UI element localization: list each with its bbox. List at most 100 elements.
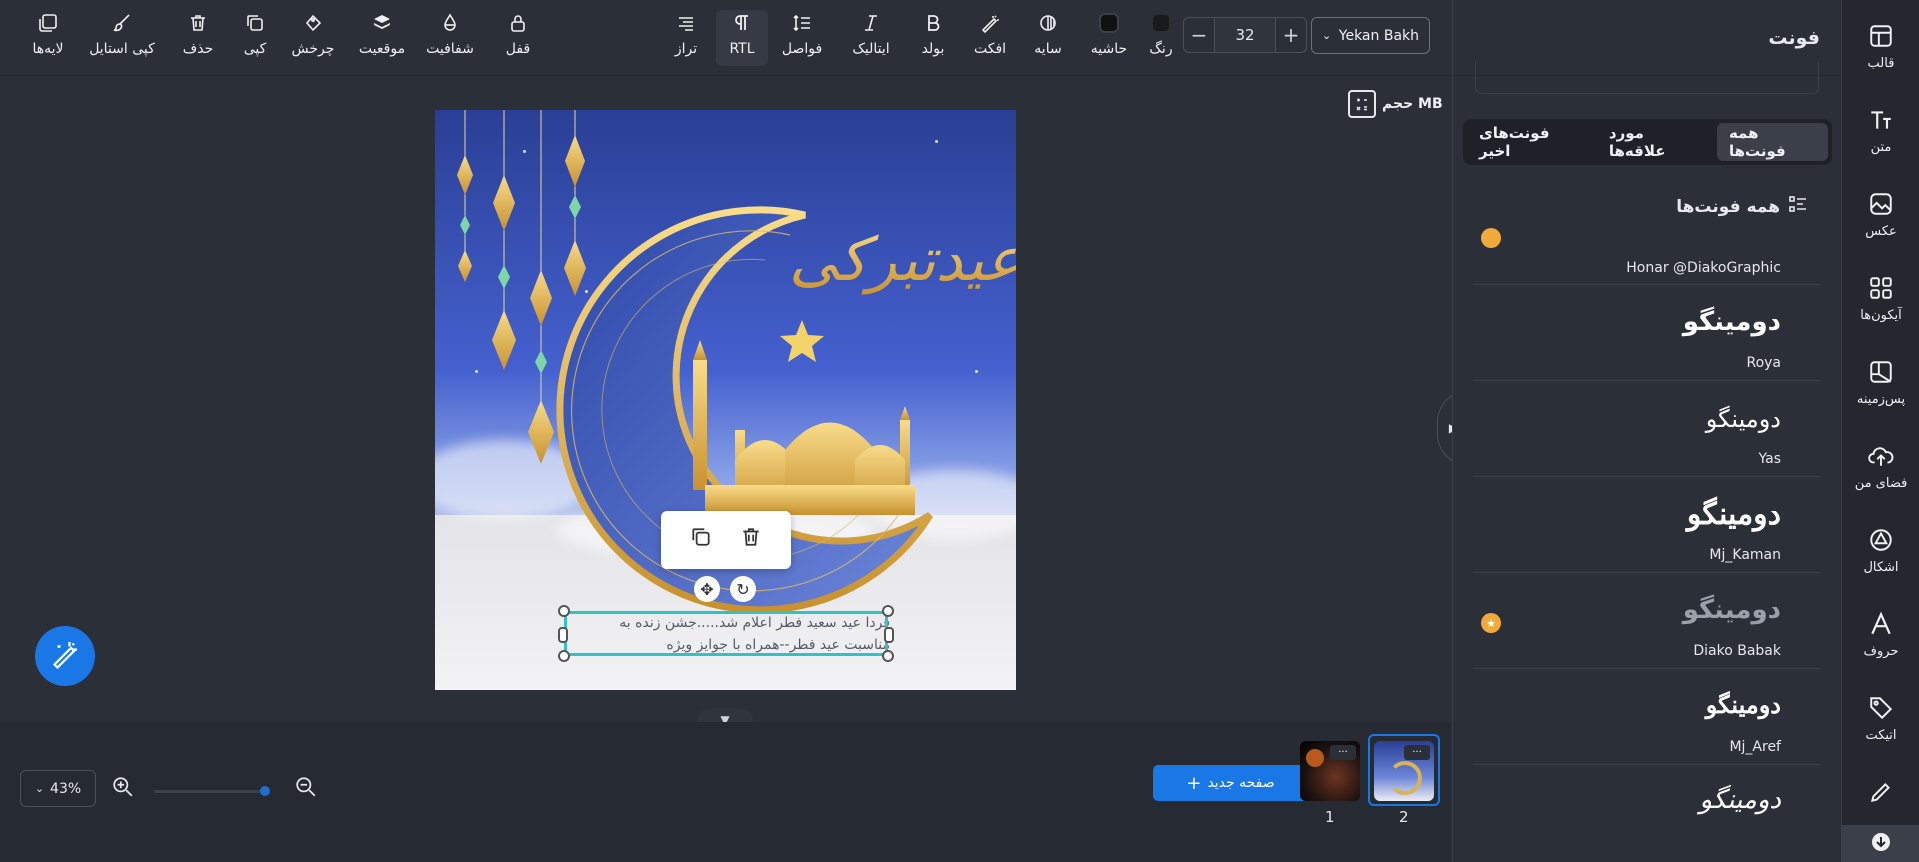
font-sample: دومینگو: [1699, 785, 1781, 815]
copy-button[interactable]: کپی: [238, 10, 272, 66]
font-item-honar[interactable]: Honar @DiakoGraphic: [1473, 228, 1821, 285]
italic-icon: [860, 12, 882, 34]
ramadan-artwork: عیدتبرکی: [457, 110, 1016, 614]
new-page-button[interactable]: + صفحه جدید: [1153, 765, 1308, 801]
nav-photo[interactable]: عکس: [1842, 182, 1919, 252]
resize-handle[interactable]: [558, 605, 570, 617]
rtl-button[interactable]: RTL: [716, 10, 768, 66]
delete-button[interactable]: حذف: [180, 10, 216, 66]
align-button[interactable]: تراز: [670, 10, 702, 66]
shadow-button[interactable]: سایه: [1030, 10, 1066, 66]
bold-label: بولد: [921, 41, 945, 57]
trash-icon[interactable]: [740, 526, 762, 554]
font-family-value: Yekan Bakh: [1338, 27, 1419, 44]
copy-icon: [244, 12, 266, 34]
nav-draw[interactable]: [1842, 770, 1919, 820]
magic-wand-icon: [50, 639, 80, 673]
border-button[interactable]: حاشیه: [1088, 10, 1130, 66]
position-button[interactable]: موقعیت: [355, 10, 409, 66]
nav-letters[interactable]: حروف: [1842, 602, 1919, 672]
nav-label: اتیکت: [1865, 728, 1897, 743]
font-name: Mj_Aref: [1729, 739, 1781, 755]
icons-icon: [1867, 274, 1895, 302]
page-thumbnail-1[interactable]: ···: [1300, 741, 1360, 801]
tab-all-fonts[interactable]: همه فونت‌ها: [1716, 123, 1828, 161]
spacing-button[interactable]: فواصل: [780, 10, 824, 66]
font-item-roya[interactable]: دومینگو Roya: [1473, 285, 1821, 381]
zoom-select[interactable]: ⌄ 43%: [20, 770, 96, 807]
chevron-down-icon: ⌄: [34, 782, 45, 795]
copy-style-button[interactable]: کپی استایل: [86, 10, 158, 66]
font-sample: دومینگو: [1705, 693, 1781, 719]
font-item-yas[interactable]: دومینگو Yas: [1473, 381, 1821, 477]
nav-label: متن: [1870, 140, 1892, 155]
font-name: Roya: [1746, 355, 1781, 371]
nav-label: اشکال: [1863, 560, 1899, 575]
zoom-slider-thumb[interactable]: [260, 786, 270, 796]
nav-tag[interactable]: اتیکت: [1842, 686, 1919, 756]
file-size-indicator[interactable]: حجم MB: [1348, 90, 1443, 118]
pen-icon: [1867, 778, 1895, 806]
nav-background[interactable]: پس‌زمینه: [1842, 350, 1919, 420]
resize-handle[interactable]: [558, 627, 568, 643]
nav-scroll-down-button[interactable]: [1842, 825, 1919, 862]
zoom-slider[interactable]: [154, 790, 268, 793]
bold-button[interactable]: بولد: [918, 10, 948, 66]
nav-label: قالب: [1867, 56, 1895, 71]
lock-button[interactable]: قفل: [502, 10, 534, 66]
font-item-mj-kaman[interactable]: دومینگو Mj_Kaman: [1473, 477, 1821, 573]
font-item-diako-babak[interactable]: ★ دومینگو Diako Babak: [1473, 573, 1821, 669]
shadow-label: سایه: [1034, 41, 1062, 57]
brush-icon: [111, 12, 133, 34]
zoom-out-icon[interactable]: [295, 776, 317, 802]
calligraphy-text: عیدتبرکی: [789, 225, 1016, 295]
resize-handle[interactable]: [884, 627, 894, 643]
color-label: رنگ: [1149, 41, 1173, 57]
layers-button[interactable]: لایه‌ها: [26, 10, 70, 66]
resize-handle[interactable]: [882, 605, 894, 617]
font-family-select[interactable]: ⌄ Yekan Bakh: [1311, 17, 1430, 54]
italic-button[interactable]: ایتالیک: [848, 10, 894, 66]
font-search-input[interactable]: [1475, 62, 1819, 94]
rtl-label: RTL: [729, 41, 755, 57]
align-icon: [675, 12, 697, 34]
page-thumbnail-2[interactable]: ···: [1374, 741, 1434, 801]
opacity-button[interactable]: شفافیت: [424, 10, 476, 66]
tab-favorites[interactable]: مورد علاقه‌ها: [1597, 123, 1713, 161]
section-title: همه فونت‌ها: [1676, 196, 1780, 217]
nav-my-space[interactable]: فضای من: [1842, 434, 1919, 504]
font-item-mj-aref[interactable]: دومینگو Mj_Aref: [1473, 669, 1821, 765]
decrease-size-button[interactable]: −: [1184, 18, 1214, 52]
font-size-input[interactable]: 32: [1214, 18, 1276, 52]
tab-recent[interactable]: فونت‌های اخیر: [1467, 123, 1593, 161]
color-button[interactable]: رنگ: [1146, 10, 1176, 66]
premium-badge-icon: ★: [1481, 613, 1501, 633]
cloud-upload-icon: [1867, 442, 1895, 470]
font-name: Mj_Kaman: [1709, 547, 1781, 563]
font-size-stepper: − 32 +: [1183, 17, 1307, 53]
page-options-button[interactable]: ···: [1330, 745, 1356, 760]
resize-handle[interactable]: [558, 650, 570, 662]
move-handle-icon[interactable]: ✥: [694, 576, 720, 602]
increase-size-button[interactable]: +: [1276, 18, 1306, 52]
border-label: حاشیه: [1090, 41, 1128, 57]
effect-button[interactable]: افکت: [972, 10, 1008, 66]
lock-icon: [507, 12, 529, 34]
page-number-1: 1: [1325, 808, 1335, 826]
design-canvas[interactable]: عیدتبرکی: [435, 110, 1016, 690]
nav-text[interactable]: متن: [1842, 98, 1919, 168]
rotate-button[interactable]: چرخش: [290, 10, 336, 66]
duplicate-icon[interactable]: [690, 526, 712, 554]
font-panel: فونت همه فونت‌ها مورد علاقه‌ها فونت‌های …: [1452, 0, 1840, 862]
resize-handle[interactable]: [882, 650, 894, 662]
rotate-handle-icon[interactable]: ↻: [730, 576, 756, 602]
nav-shapes[interactable]: اشکال: [1842, 518, 1919, 588]
nav-template[interactable]: قالب: [1842, 14, 1919, 84]
font-item-script[interactable]: دومینگو: [1473, 765, 1821, 862]
file-size-label: حجم MB: [1382, 96, 1443, 112]
nav-icons[interactable]: آیکون‌ها: [1842, 266, 1919, 336]
page-options-button[interactable]: ···: [1404, 745, 1430, 760]
droplet-icon: [439, 12, 461, 34]
zoom-in-icon[interactable]: [112, 776, 134, 802]
ai-magic-button[interactable]: [35, 626, 95, 686]
